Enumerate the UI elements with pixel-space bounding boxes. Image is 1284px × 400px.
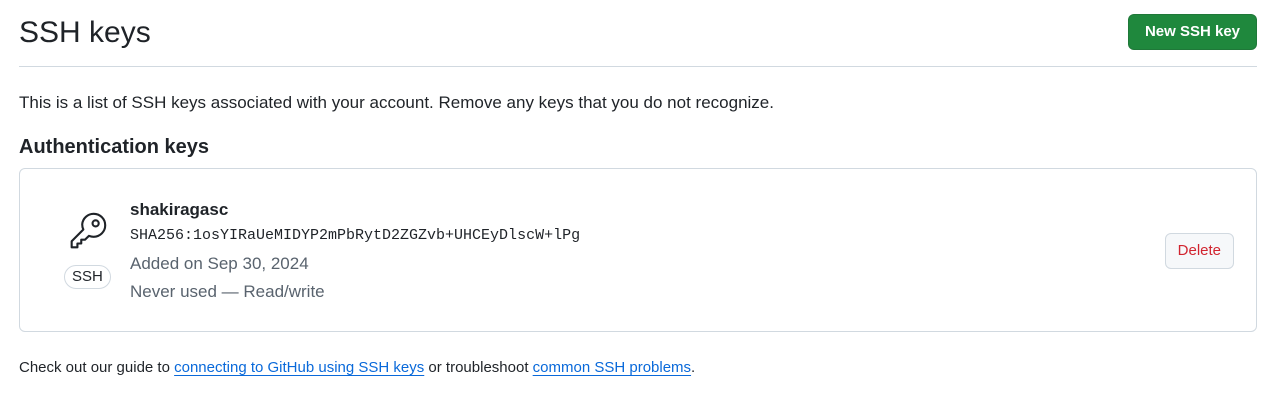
- key-name: shakiragasc: [130, 200, 229, 219]
- common-ssh-problems-link[interactable]: common SSH problems: [533, 359, 691, 376]
- ssh-key-item: SSH shakiragasc SHA256:1osYIRaUeMIDYP2mP…: [19, 168, 1257, 332]
- key-fingerprint: SHA256:1osYIRaUeMIDYP2mPbRytD2ZGZvb+UHCE…: [130, 227, 581, 244]
- footer-middle: or troubleshoot: [424, 359, 533, 376]
- page-title: SSH keys: [19, 16, 151, 49]
- footer-suffix: .: [691, 359, 696, 376]
- ssh-badge: SSH: [64, 265, 111, 289]
- key-added-date: Added on Sep 30, 2024: [130, 254, 309, 273]
- section-title-authentication-keys: Authentication keys: [19, 136, 210, 158]
- footer-help-text: Check out our guide to connecting to Git…: [19, 358, 695, 378]
- new-ssh-key-button[interactable]: New SSH key: [1127, 14, 1257, 50]
- key-details: shakiragasc SHA256:1osYIRaUeMIDYP2mPbRyt…: [130, 199, 580, 303]
- intro-text: This is a list of SSH keys associated wi…: [19, 93, 774, 112]
- page-header: SSH keys New SSH key: [19, 0, 1257, 67]
- key-icon: [64, 209, 110, 260]
- connecting-ssh-guide-link[interactable]: connecting to GitHub using SSH keys: [174, 359, 424, 376]
- key-icon-group: SSH: [62, 209, 112, 295]
- delete-key-button[interactable]: Delete: [1164, 233, 1234, 269]
- key-usage: Never used — Read/write: [130, 282, 325, 301]
- footer-prefix: Check out our guide to: [19, 359, 175, 376]
